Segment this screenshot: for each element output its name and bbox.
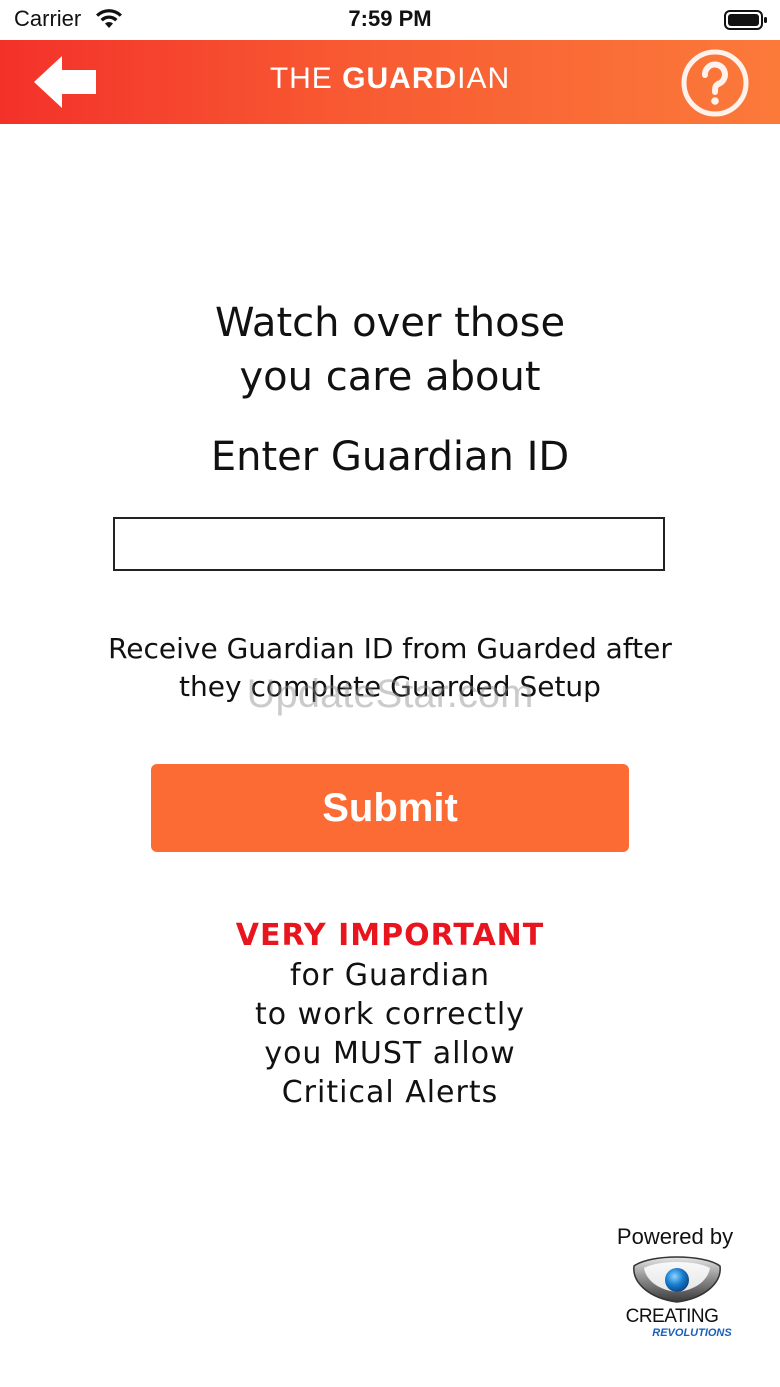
app-header: back THE GUARDIAN help — [0, 40, 780, 124]
help-button[interactable]: help — [680, 48, 750, 118]
status-bar: Carrier 7:59 PM — [0, 0, 780, 40]
notice-line-4: Critical Alerts — [281, 1075, 499, 1110]
headline-line-1: Watch over those — [214, 300, 566, 346]
status-time: 7:59 PM — [348, 6, 432, 31]
guardian-id-prompt: Enter Guardian ID — [210, 434, 570, 480]
important-notice-title: VERY IMPORTANT — [235, 918, 545, 953]
important-notice-body: for Guardian to work correctly you MUST … — [0, 956, 780, 1112]
logo-text-revolutions: REVOLUTIONS — [652, 1327, 732, 1339]
hint-line-1: Receive Guardian ID from Guarded after — [108, 632, 672, 665]
notice-line-3: you MUST allow — [264, 1036, 516, 1071]
guardian-id-hint: Receive Guardian ID from Guarded after t… — [0, 630, 780, 706]
brand-text-light: THE — [269, 62, 343, 95]
logo-text-creating: CREATING — [626, 1306, 719, 1327]
guardian-id-input[interactable] — [113, 517, 665, 571]
notice-line-2: to work correctly — [255, 997, 525, 1032]
notice-line-1: for Guardian — [289, 958, 490, 993]
battery-icon — [724, 10, 767, 30]
brand-logo: THE GUARDIAN — [0, 62, 780, 96]
headline: Watch over those you care about — [0, 296, 780, 404]
powered-by-label: Powered by — [616, 1224, 734, 1249]
submit-button[interactable]: Submit — [151, 764, 629, 852]
brand-text-bold: GUARD — [342, 62, 458, 95]
headline-line-2: you care about — [239, 354, 541, 400]
hint-line-2: they complete Guarded Setup — [179, 670, 601, 703]
creating-revolutions-logo: CREATING REVOLUTIONS — [626, 1256, 732, 1339]
brand-text-tail: IAN — [457, 62, 511, 95]
